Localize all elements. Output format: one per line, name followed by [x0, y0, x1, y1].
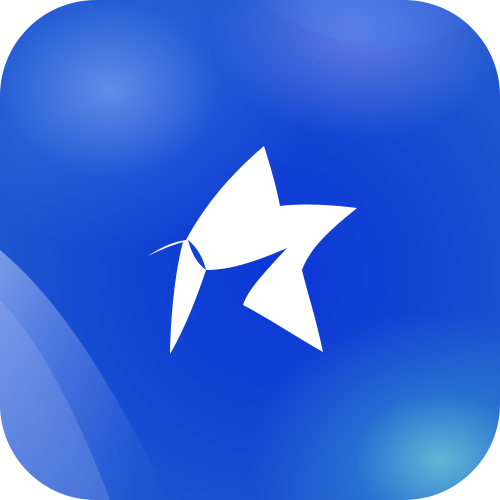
- app-icon[interactable]: [0, 0, 500, 500]
- star-logo-icon: [148, 146, 357, 354]
